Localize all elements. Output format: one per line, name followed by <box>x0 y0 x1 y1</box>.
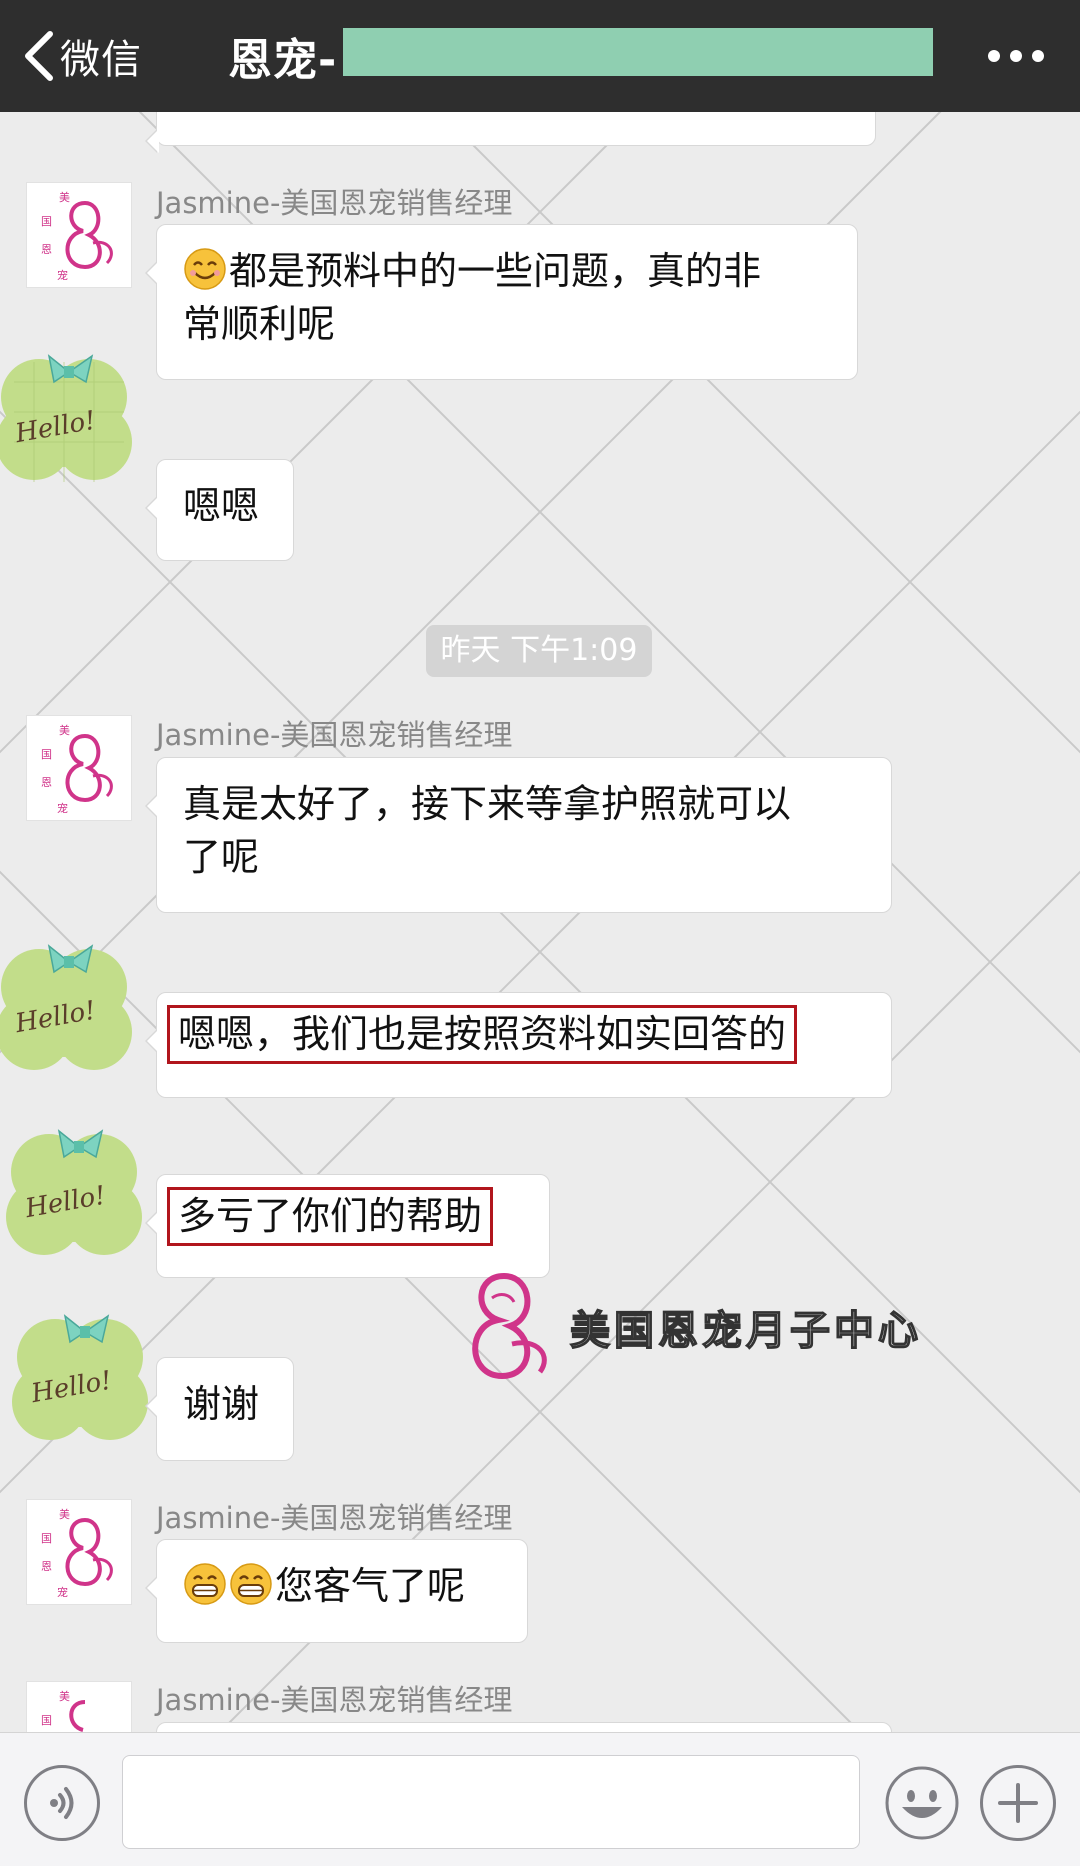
message-bubble[interactable]: 嗯嗯，我们也是按照资料如实回答的 <box>145 992 892 1098</box>
hello-avatar[interactable]: Hello! <box>0 342 144 492</box>
avatar[interactable]: 美 国 恩 宠 <box>26 182 132 288</box>
svg-text:宠: 宠 <box>57 268 68 282</box>
svg-text:国: 国 <box>41 215 52 228</box>
plus-button[interactable] <box>980 1765 1056 1841</box>
avatar[interactable]: 美 国 恩 宠 <box>26 715 132 821</box>
sender-name: Jasmine-美国恩宠销售经理 <box>156 1683 513 1717</box>
message-text: 谢谢 <box>183 1382 260 1426</box>
svg-text:美: 美 <box>59 1690 70 1703</box>
message-text: 嗯嗯 <box>183 484 260 528</box>
logo-icon: 美 国 <box>41 1690 86 1732</box>
highlighted-message-text: 嗯嗯，我们也是按照资料如实回答的 <box>167 1005 798 1064</box>
message-text: 了呢 <box>183 835 260 879</box>
message-bubble[interactable]: 谢谢 <box>145 1357 294 1461</box>
message-bubble[interactable]: 嗯嗯 <box>145 459 294 561</box>
message-bubble[interactable]: 真是太好了，接下来等拿护照就可以 了呢 <box>145 757 892 913</box>
redacted-name-block <box>343 28 933 76</box>
brand-logo-icon <box>472 1272 547 1380</box>
svg-text:美: 美 <box>59 724 70 737</box>
emoji-button[interactable] <box>884 1765 960 1841</box>
sender-name: Jasmine-美国恩宠销售经理 <box>156 1501 513 1535</box>
svg-text:恩: 恩 <box>41 1560 52 1573</box>
voice-icon <box>50 1787 74 1819</box>
highlighted-message-text: 多亏了你们的帮助 <box>167 1187 494 1246</box>
svg-text:美: 美 <box>59 1508 70 1521</box>
smile-emoji-icon <box>183 247 227 291</box>
chevron-left-icon <box>25 31 53 81</box>
navigation-bar: 微信 恩宠- <box>0 0 1080 112</box>
grin-emoji-icon <box>183 1562 227 1606</box>
message-text: 真是太好了，接下来等拿护照就可以 <box>183 782 792 826</box>
hello-avatar[interactable]: Hello! <box>4 1117 154 1267</box>
hello-avatar[interactable]: Hello! <box>0 932 144 1082</box>
svg-text:国: 国 <box>41 748 52 761</box>
message-bubble[interactable] <box>156 1722 892 1732</box>
more-dots-icon[interactable] <box>986 44 1046 68</box>
svg-text:国: 国 <box>41 1532 52 1545</box>
emoji-icon <box>885 1766 959 1840</box>
grin-emoji-icon <box>229 1562 273 1606</box>
message-text: 您客气了呢 <box>275 1564 466 1608</box>
logo-icon: 美 国 恩 宠 <box>41 1508 113 1599</box>
watermark-text: 美国恩宠月子中心 <box>569 1306 922 1355</box>
back-label: 微信 <box>60 37 142 83</box>
input-toolbar <box>0 1732 1080 1866</box>
message-bubble[interactable]: 都是预料中的一些问题，真的非 常顺利呢 <box>145 224 858 380</box>
svg-text:美: 美 <box>59 191 70 204</box>
avatar[interactable]: 美 国 恩 宠 <box>26 1499 132 1605</box>
message-input[interactable] <box>122 1755 860 1849</box>
svg-text:恩: 恩 <box>41 776 52 789</box>
sender-name: Jasmine-美国恩宠销售经理 <box>156 718 513 752</box>
message-text: 常顺利呢 <box>183 302 336 346</box>
brand-watermark: 美国恩宠月子中心 <box>448 1262 1008 1392</box>
avatar[interactable]: 美 国 <box>26 1681 132 1732</box>
chat-title: 恩宠- <box>228 35 338 86</box>
message-bubble[interactable]: 您客气了呢 <box>145 1539 528 1643</box>
back-button[interactable]: 微信 <box>22 28 142 84</box>
message-text: 都是预料中的一些问题，真的非 <box>229 249 762 293</box>
svg-text:恩: 恩 <box>41 243 52 256</box>
plus-icon <box>998 1783 1038 1823</box>
message-bubble[interactable] <box>145 112 876 153</box>
timestamp-chip: 昨天 下午1:09 <box>426 625 652 677</box>
svg-text:宠: 宠 <box>57 1585 68 1599</box>
hello-avatar[interactable]: Hello! <box>10 1302 160 1452</box>
chat-message-list[interactable]: 美 国 恩 宠 Jasmine-美国恩宠销售经理 都是预料中的一些问题，真的非 … <box>0 112 1080 1732</box>
svg-text:宠: 宠 <box>57 801 68 815</box>
sender-name: Jasmine-美国恩宠销售经理 <box>156 186 513 220</box>
svg-text:国: 国 <box>41 1714 52 1727</box>
voice-button[interactable] <box>24 1765 100 1841</box>
logo-icon: 美 国 恩 宠 <box>41 191 113 282</box>
logo-icon: 美 国 恩 宠 <box>41 724 113 815</box>
